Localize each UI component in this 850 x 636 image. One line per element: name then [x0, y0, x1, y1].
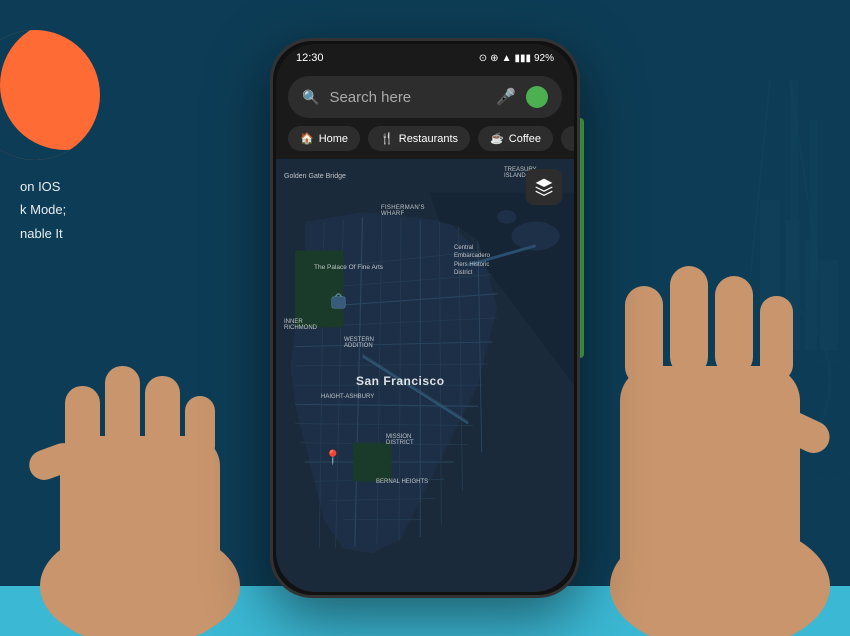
label-fishermans-wharf: FISHERMAN'SWHARF: [381, 205, 425, 217]
profile-dot[interactable]: [526, 86, 548, 108]
status-bar: 12:30 ⊙ ⊕ ▲ ▮▮▮ 92%: [276, 44, 574, 68]
phone-screen: 12:30 ⊙ ⊕ ▲ ▮▮▮ 92% 🔍 Search here 🎤: [276, 44, 574, 592]
side-text-line1: on IOS: [20, 175, 66, 198]
phone: 12:30 ⊙ ⊕ ▲ ▮▮▮ 92% 🔍 Search here 🎤: [270, 38, 580, 598]
battery-level: 92%: [534, 53, 554, 64]
label-western-addition: WESTERNADDITION: [344, 337, 374, 349]
label-mission: MISSIONDISTRICT: [386, 434, 414, 446]
status-time: 12:30: [296, 52, 324, 64]
search-home-icon: 🔍: [302, 89, 319, 106]
search-bar[interactable]: 🔍 Search here 🎤: [288, 76, 562, 118]
category-chips: 🏠 Home 🍴 Restaurants ☕ Coffee 🍺 B: [276, 126, 574, 159]
bars-chip-icon: 🍺: [573, 132, 574, 145]
settings-icon: ⊕: [490, 53, 498, 64]
chip-bars[interactable]: 🍺 B: [561, 126, 574, 151]
status-icons: ⊙ ⊕ ▲ ▮▮▮ 92%: [479, 53, 554, 64]
label-palace: The Palace Of Fine Arts: [314, 264, 383, 271]
phone-outer: 12:30 ⊙ ⊕ ▲ ▮▮▮ 92% 🔍 Search here 🎤: [270, 38, 580, 598]
chip-coffee[interactable]: ☕ Coffee: [478, 126, 553, 151]
search-placeholder: Search here: [329, 89, 486, 106]
chip-home-label: Home: [319, 133, 348, 145]
wifi-icon: ▲: [502, 53, 512, 64]
left-hand: [0, 236, 280, 636]
map-area[interactable]: Golden Gate Bridge FISHERMAN'SWHARF The …: [276, 159, 574, 592]
label-bernal: BERNAL HEIGHTS: [376, 479, 428, 485]
label-inner-richmond: INNERRICHMOND: [284, 319, 317, 331]
crescent-decoration: [0, 30, 100, 160]
layers-button[interactable]: [526, 169, 562, 205]
side-text-line2: k Mode;: [20, 198, 66, 221]
signal-icon: ▮▮▮: [514, 53, 531, 64]
label-embarcadero: CentralEmbarcaderoPiers HistoricDistrict: [454, 244, 490, 278]
restaurants-chip-icon: 🍴: [380, 132, 394, 145]
label-haight: HAIGHT-ASHBURY: [321, 394, 374, 400]
chip-coffee-label: Coffee: [509, 133, 541, 145]
chip-home[interactable]: 🏠 Home: [288, 126, 360, 151]
side-text-block: on IOS k Mode; nable It: [20, 175, 66, 245]
chip-restaurants[interactable]: 🍴 Restaurants: [368, 126, 470, 151]
location-icon: ⊙: [479, 53, 487, 64]
home-chip-icon: 🏠: [300, 132, 314, 145]
coffee-chip-icon: ☕: [490, 132, 504, 145]
mic-icon[interactable]: 🎤: [496, 87, 516, 107]
location-pin: 📍: [324, 449, 341, 466]
label-san-francisco: San Francisco: [356, 374, 445, 388]
right-hand: [590, 186, 850, 636]
label-golden-gate: Golden Gate Bridge: [284, 173, 346, 180]
chip-restaurants-label: Restaurants: [399, 133, 458, 145]
